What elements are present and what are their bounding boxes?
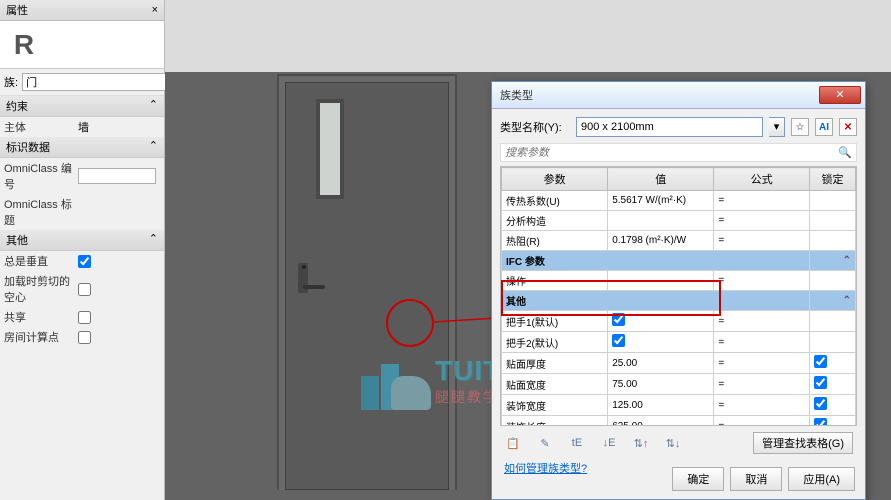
lock-checkbox[interactable] (814, 397, 827, 410)
family-thumbnail: R (0, 21, 164, 69)
param-toolbar: 📋 ✎ tE ↓E ⇅↑ ⇅↓ 管理查找表格(G) (500, 426, 857, 456)
col-param[interactable]: 参数 (502, 168, 608, 191)
new-type-icon[interactable]: ☆ (791, 118, 809, 136)
section-other: 其他⌃ (502, 291, 856, 311)
lock-checkbox[interactable] (814, 418, 827, 426)
cut-void-checkbox[interactable] (78, 283, 91, 296)
always-vertical-checkbox[interactable] (78, 255, 91, 268)
table-row: 操作= (502, 271, 856, 291)
family-selector-row: 族: ▾ 编辑类型 (0, 69, 164, 96)
table-row-handle1: 把手1(默认)= (502, 311, 856, 332)
collapse-icon: ⌃ (149, 98, 158, 114)
col-lock[interactable]: 锁定 (809, 168, 855, 191)
properties-title-bar: 属性 × (0, 0, 164, 21)
chevron-down-icon[interactable]: ▾ (769, 117, 785, 137)
edit-param-icon[interactable]: ✎ (536, 434, 554, 452)
add-param-icon[interactable]: 📋 (504, 434, 522, 452)
prop-host: 主体 墙 (0, 117, 164, 137)
prop-label: OmniClass 标题 (4, 196, 78, 228)
prop-omniclass-num: OmniClass 编号 (0, 158, 164, 194)
door-window (316, 99, 344, 199)
sort-desc-icon[interactable]: ⇅↓ (664, 434, 682, 452)
type-name-row: 类型名称(Y): ▾ ☆ AI ✕ (500, 117, 857, 137)
handle2-checkbox[interactable] (612, 334, 625, 347)
annotation-circle (386, 299, 434, 347)
sort-asc-icon[interactable]: ⇅↑ (632, 434, 650, 452)
dialog-buttons: 确定 取消 应用(A) (672, 467, 855, 491)
section-other[interactable]: 其他 ⌃ (0, 230, 164, 251)
door-handle (298, 263, 308, 293)
prop-value[interactable]: 墙 (78, 119, 89, 135)
prop-label: 总是垂直 (4, 253, 78, 269)
delete-type-icon[interactable]: ✕ (839, 118, 857, 136)
move-down-icon[interactable]: ↓E (600, 434, 618, 452)
close-button[interactable]: ✕ (819, 86, 861, 104)
rename-type-icon[interactable]: AI (815, 118, 833, 136)
cancel-button[interactable]: 取消 (730, 467, 782, 491)
handle1-checkbox[interactable] (612, 313, 625, 326)
properties-title: 属性 (6, 2, 28, 18)
room-calc-checkbox[interactable] (78, 331, 91, 344)
prop-cut-void: 加载时剪切的空心 (0, 271, 164, 307)
ok-button[interactable]: 确定 (672, 467, 724, 491)
table-row: 装饰长度635.00= (502, 416, 856, 427)
prop-label: 加载时剪切的空心 (4, 273, 78, 305)
table-row-handle2: 把手2(默认)= (502, 332, 856, 353)
section-label: 其他 (6, 232, 28, 248)
door-leaf (285, 82, 449, 490)
collapse-icon: ⌃ (149, 232, 158, 248)
prop-label: 共享 (4, 309, 78, 325)
section-identity[interactable]: 标识数据 ⌃ (0, 137, 164, 158)
manage-lookup-button[interactable]: 管理查找表格(G) (753, 432, 853, 454)
search-input[interactable] (505, 147, 834, 159)
section-ifc: IFC 参数⌃ (502, 251, 856, 271)
properties-panel: 属性 × R 族: ▾ 编辑类型 约束 ⌃ 主体 墙 标识数据 ⌃ OmniClas… (0, 0, 165, 500)
table-header: 参数 值 公式 锁定 (502, 168, 856, 191)
omniclass-number-input[interactable] (78, 168, 156, 184)
family-label: 族: (4, 74, 18, 90)
dialog-title-bar[interactable]: 族类型 ✕ (492, 82, 865, 109)
viewport-background (165, 0, 891, 72)
col-formula[interactable]: 公式 (714, 168, 810, 191)
door-element[interactable] (277, 74, 457, 490)
section-label: 约束 (6, 98, 28, 114)
table-row: 贴面宽度75.00= (502, 374, 856, 395)
parameters-table[interactable]: 参数 值 公式 锁定 传热系数(U)5.5617 W/(m²·K)= 分析构造=… (500, 166, 857, 426)
revit-logo-icon: R (4, 25, 44, 65)
collapse-icon: ⌃ (149, 139, 158, 155)
table-row: 贴面厚度25.00= (502, 353, 856, 374)
table-row: 传热系数(U)5.5617 W/(m²·K)= (502, 191, 856, 211)
dialog-title: 族类型 (496, 87, 819, 103)
family-types-dialog: 族类型 ✕ 类型名称(Y): ▾ ☆ AI ✕ 🔍 参数 值 公式 锁定 (491, 81, 866, 500)
prop-omniclass-title: OmniClass 标题 (0, 194, 164, 230)
table-row: 热阻(R)0.1798 (m²·K)/W= (502, 231, 856, 251)
type-name-dropdown[interactable] (576, 117, 763, 137)
family-type-dropdown[interactable] (22, 73, 172, 91)
section-constraints[interactable]: 约束 ⌃ (0, 96, 164, 117)
prop-label: OmniClass 编号 (4, 160, 78, 192)
prop-label: 主体 (4, 119, 78, 135)
move-up-icon[interactable]: tE (568, 434, 586, 452)
search-row: 🔍 (500, 143, 857, 162)
type-name-label: 类型名称(Y): (500, 119, 570, 135)
prop-label: 房间计算点 (4, 329, 78, 345)
search-icon[interactable]: 🔍 (838, 146, 852, 159)
prop-shared: 共享 (0, 307, 164, 327)
col-value[interactable]: 值 (608, 168, 714, 191)
table-row: 分析构造= (502, 211, 856, 231)
prop-room-calc: 房间计算点 (0, 327, 164, 347)
lock-checkbox[interactable] (814, 355, 827, 368)
section-label: 标识数据 (6, 139, 50, 155)
prop-always-vertical: 总是垂直 (0, 251, 164, 271)
table-row: 装饰宽度125.00= (502, 395, 856, 416)
dialog-body: 类型名称(Y): ▾ ☆ AI ✕ 🔍 参数 值 公式 锁定 传热系数(U)5.… (492, 109, 865, 488)
lock-checkbox[interactable] (814, 376, 827, 389)
apply-button[interactable]: 应用(A) (788, 467, 855, 491)
close-icon[interactable]: × (152, 4, 158, 16)
shared-checkbox[interactable] (78, 311, 91, 324)
